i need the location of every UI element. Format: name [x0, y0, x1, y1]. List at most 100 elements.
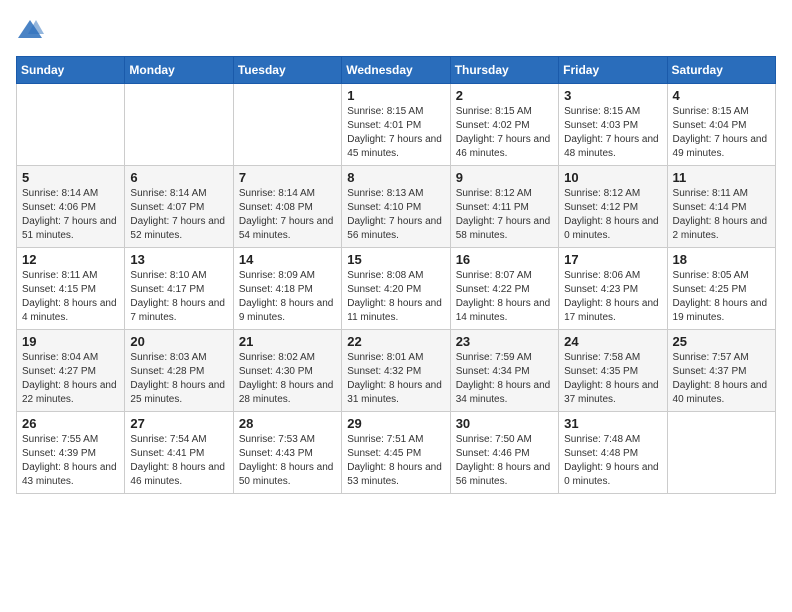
day-number: 25 — [673, 334, 770, 349]
day-info: Sunrise: 8:04 AM Sunset: 4:27 PM Dayligh… — [22, 351, 119, 407]
day-number: 3 — [564, 88, 661, 103]
week-row-5: 26 Sunrise: 7:55 AM Sunset: 4:39 PM Dayli… — [17, 412, 776, 494]
day-info: Sunrise: 7:58 AM Sunset: 4:35 PM Dayligh… — [564, 351, 661, 407]
calendar-cell: 18 Sunrise: 8:05 AM Sunset: 4:25 PM Dayli… — [667, 248, 775, 330]
calendar-cell: 6 Sunrise: 8:14 AM Sunset: 4:07 PM Daylig… — [125, 166, 233, 248]
calendar-cell: 10 Sunrise: 8:12 AM Sunset: 4:12 PM Dayli… — [559, 166, 667, 248]
day-number: 13 — [130, 252, 227, 267]
day-number: 15 — [347, 252, 444, 267]
calendar-cell — [233, 84, 341, 166]
day-info: Sunrise: 7:55 AM Sunset: 4:39 PM Dayligh… — [22, 433, 119, 489]
calendar-cell: 21Sunrise: 8:02 AM Sunset: 4:30 PM Dayli… — [233, 330, 341, 412]
day-number: 27 — [130, 416, 227, 431]
day-number: 9 — [456, 170, 553, 185]
calendar-body: 1 Sunrise: 8:15 AM Sunset: 4:01 PM Daylig… — [17, 84, 776, 494]
calendar-cell: 13 Sunrise: 8:10 AM Sunset: 4:17 PM Dayli… — [125, 248, 233, 330]
day-info: Sunrise: 8:07 AM Sunset: 4:22 PM Dayligh… — [456, 269, 553, 325]
day-info: Sunrise: 8:06 AM Sunset: 4:23 PM Dayligh… — [564, 269, 661, 325]
calendar-cell: 12Sunrise: 8:11 AM Sunset: 4:15 PM Dayli… — [17, 248, 125, 330]
day-number: 23 — [456, 334, 553, 349]
day-number: 11 — [673, 170, 770, 185]
day-number: 5 — [22, 170, 119, 185]
day-info: Sunrise: 7:53 AM Sunset: 4:43 PM Dayligh… — [239, 433, 336, 489]
calendar-cell: 26 Sunrise: 7:55 AM Sunset: 4:39 PM Dayli… — [17, 412, 125, 494]
day-number: 4 — [673, 88, 770, 103]
calendar-cell — [17, 84, 125, 166]
calendar-cell: 29 Sunrise: 7:51 AM Sunset: 4:45 PM Dayli… — [342, 412, 450, 494]
day-info: Sunrise: 8:11 AM Sunset: 4:14 PM Dayligh… — [673, 187, 770, 243]
day-info: Sunrise: 8:01 AM Sunset: 4:32 PM Dayligh… — [347, 351, 444, 407]
week-row-1: 1 Sunrise: 8:15 AM Sunset: 4:01 PM Daylig… — [17, 84, 776, 166]
day-info: Sunrise: 8:05 AM Sunset: 4:25 PM Dayligh… — [673, 269, 770, 325]
calendar-cell: 27 Sunrise: 7:54 AM Sunset: 4:41 PM Dayli… — [125, 412, 233, 494]
calendar-cell: 22 Sunrise: 8:01 AM Sunset: 4:32 PM Dayli… — [342, 330, 450, 412]
day-number: 14 — [239, 252, 336, 267]
calendar-cell: 28 Sunrise: 7:53 AM Sunset: 4:43 PM Dayli… — [233, 412, 341, 494]
day-info: Sunrise: 8:12 AM Sunset: 4:12 PM Dayligh… — [564, 187, 661, 243]
calendar-cell — [667, 412, 775, 494]
day-info: Sunrise: 7:48 AM Sunset: 4:48 PM Dayligh… — [564, 433, 661, 489]
week-row-2: 5 Sunrise: 8:14 AM Sunset: 4:06 PM Daylig… — [17, 166, 776, 248]
day-number: 18 — [673, 252, 770, 267]
calendar-cell: 25 Sunrise: 7:57 AM Sunset: 4:37 PM Dayli… — [667, 330, 775, 412]
day-info: Sunrise: 8:14 AM Sunset: 4:06 PM Dayligh… — [22, 187, 119, 243]
calendar-cell: 7 Sunrise: 8:14 AM Sunset: 4:08 PM Daylig… — [233, 166, 341, 248]
calendar-cell: 30 Sunrise: 7:50 AM Sunset: 4:46 PM Dayli… — [450, 412, 558, 494]
day-info: Sunrise: 8:03 AM Sunset: 4:28 PM Dayligh… — [130, 351, 227, 407]
weekday-header-monday: Monday — [125, 57, 233, 84]
day-number: 29 — [347, 416, 444, 431]
day-number: 10 — [564, 170, 661, 185]
calendar-header: SundayMondayTuesdayWednesdayThursdayFrid… — [17, 57, 776, 84]
calendar-cell: 24Sunrise: 7:58 AM Sunset: 4:35 PM Dayli… — [559, 330, 667, 412]
weekday-header-wednesday: Wednesday — [342, 57, 450, 84]
day-info: Sunrise: 7:59 AM Sunset: 4:34 PM Dayligh… — [456, 351, 553, 407]
day-number: 7 — [239, 170, 336, 185]
day-number: 1 — [347, 88, 444, 103]
day-info: Sunrise: 8:10 AM Sunset: 4:17 PM Dayligh… — [130, 269, 227, 325]
day-info: Sunrise: 8:09 AM Sunset: 4:18 PM Dayligh… — [239, 269, 336, 325]
calendar-cell: 17 Sunrise: 8:06 AM Sunset: 4:23 PM Dayli… — [559, 248, 667, 330]
day-number: 2 — [456, 88, 553, 103]
week-row-4: 19Sunrise: 8:04 AM Sunset: 4:27 PM Dayli… — [17, 330, 776, 412]
day-number: 31 — [564, 416, 661, 431]
day-info: Sunrise: 8:14 AM Sunset: 4:08 PM Dayligh… — [239, 187, 336, 243]
weekday-header-row: SundayMondayTuesdayWednesdayThursdayFrid… — [17, 57, 776, 84]
weekday-header-friday: Friday — [559, 57, 667, 84]
calendar-cell: 31 Sunrise: 7:48 AM Sunset: 4:48 PM Dayli… — [559, 412, 667, 494]
calendar-cell: 8Sunrise: 8:13 AM Sunset: 4:10 PM Daylig… — [342, 166, 450, 248]
calendar-cell: 23 Sunrise: 7:59 AM Sunset: 4:34 PM Dayli… — [450, 330, 558, 412]
day-number: 28 — [239, 416, 336, 431]
day-number: 12 — [22, 252, 119, 267]
day-info: Sunrise: 7:57 AM Sunset: 4:37 PM Dayligh… — [673, 351, 770, 407]
logo — [16, 16, 46, 44]
day-number: 22 — [347, 334, 444, 349]
day-info: Sunrise: 8:13 AM Sunset: 4:10 PM Dayligh… — [347, 187, 444, 243]
day-info: Sunrise: 8:15 AM Sunset: 4:03 PM Dayligh… — [564, 105, 661, 161]
day-info: Sunrise: 8:15 AM Sunset: 4:01 PM Dayligh… — [347, 105, 444, 161]
calendar-cell: 5 Sunrise: 8:14 AM Sunset: 4:06 PM Daylig… — [17, 166, 125, 248]
day-info: Sunrise: 8:08 AM Sunset: 4:20 PM Dayligh… — [347, 269, 444, 325]
day-number: 26 — [22, 416, 119, 431]
day-number: 6 — [130, 170, 227, 185]
day-number: 30 — [456, 416, 553, 431]
calendar-cell: 19Sunrise: 8:04 AM Sunset: 4:27 PM Dayli… — [17, 330, 125, 412]
day-number: 21 — [239, 334, 336, 349]
day-info: Sunrise: 7:50 AM Sunset: 4:46 PM Dayligh… — [456, 433, 553, 489]
calendar-cell: 11 Sunrise: 8:11 AM Sunset: 4:14 PM Dayli… — [667, 166, 775, 248]
calendar-cell: 16Sunrise: 8:07 AM Sunset: 4:22 PM Dayli… — [450, 248, 558, 330]
day-info: Sunrise: 7:54 AM Sunset: 4:41 PM Dayligh… — [130, 433, 227, 489]
day-info: Sunrise: 8:12 AM Sunset: 4:11 PM Dayligh… — [456, 187, 553, 243]
weekday-header-sunday: Sunday — [17, 57, 125, 84]
day-info: Sunrise: 8:15 AM Sunset: 4:02 PM Dayligh… — [456, 105, 553, 161]
calendar-cell: 3 Sunrise: 8:15 AM Sunset: 4:03 PM Daylig… — [559, 84, 667, 166]
calendar-cell: 4 Sunrise: 8:15 AM Sunset: 4:04 PM Daylig… — [667, 84, 775, 166]
weekday-header-thursday: Thursday — [450, 57, 558, 84]
weekday-header-tuesday: Tuesday — [233, 57, 341, 84]
calendar-cell: 1 Sunrise: 8:15 AM Sunset: 4:01 PM Daylig… — [342, 84, 450, 166]
day-info: Sunrise: 7:51 AM Sunset: 4:45 PM Dayligh… — [347, 433, 444, 489]
page-header — [16, 16, 776, 44]
logo-icon — [16, 16, 44, 44]
day-number: 17 — [564, 252, 661, 267]
day-info: Sunrise: 8:15 AM Sunset: 4:04 PM Dayligh… — [673, 105, 770, 161]
day-info: Sunrise: 8:14 AM Sunset: 4:07 PM Dayligh… — [130, 187, 227, 243]
